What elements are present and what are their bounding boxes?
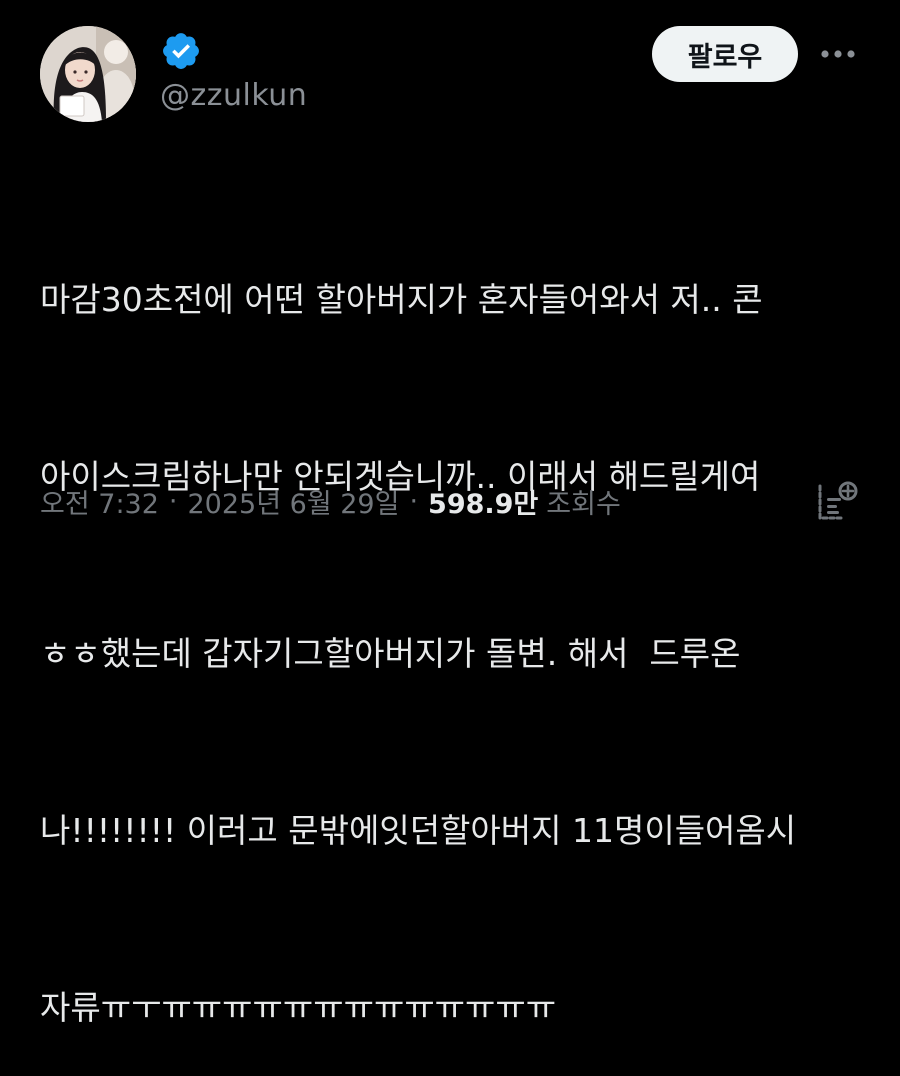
tweet-line: 자류ㅠㅜㅠㅠㅠㅠㅠㅠㅠㅠㅠㅠㅠㅠㅠ (40, 988, 557, 1027)
tweet-line: ㅎㅎ했는데 갑자기그할아버지가 돌변. 해서 드루온 (40, 634, 741, 673)
analytics-icon[interactable] (814, 480, 860, 524)
avatar[interactable] (40, 26, 136, 122)
follow-button[interactable]: 팔로우 (652, 26, 798, 82)
tweet-meta: 오전 7:32 · 2025년 6월 29일 · 598.9만 조회수 (40, 478, 621, 524)
verified-badge-icon (160, 30, 202, 72)
meta-separator: · (409, 485, 419, 517)
tweet-date[interactable]: 2025년 6월 29일 (188, 482, 400, 521)
views-label: 조회수 (546, 488, 621, 520)
views-count: 598.9만 (428, 488, 539, 520)
author-handle[interactable]: @zzulkun (160, 78, 307, 114)
tweet-line: 나!!!!!!!! 이러고 문밖에잇던할아버지 11명이들어옴시 (40, 811, 797, 850)
tweet-line: 마감30초전에 어떤 할아버지가 혼자들어와서 저.. 콘 (40, 280, 763, 319)
tweet-time[interactable]: 오전 7:32 (40, 482, 159, 521)
profile-photo-icon (40, 26, 136, 122)
more-dots-icon[interactable] (818, 36, 858, 72)
meta-separator: · (168, 485, 178, 517)
tweet-text: 마감30초전에 어떤 할아버지가 혼자들어와서 저.. 콘 아이스크림하나만 안… (40, 152, 870, 1076)
